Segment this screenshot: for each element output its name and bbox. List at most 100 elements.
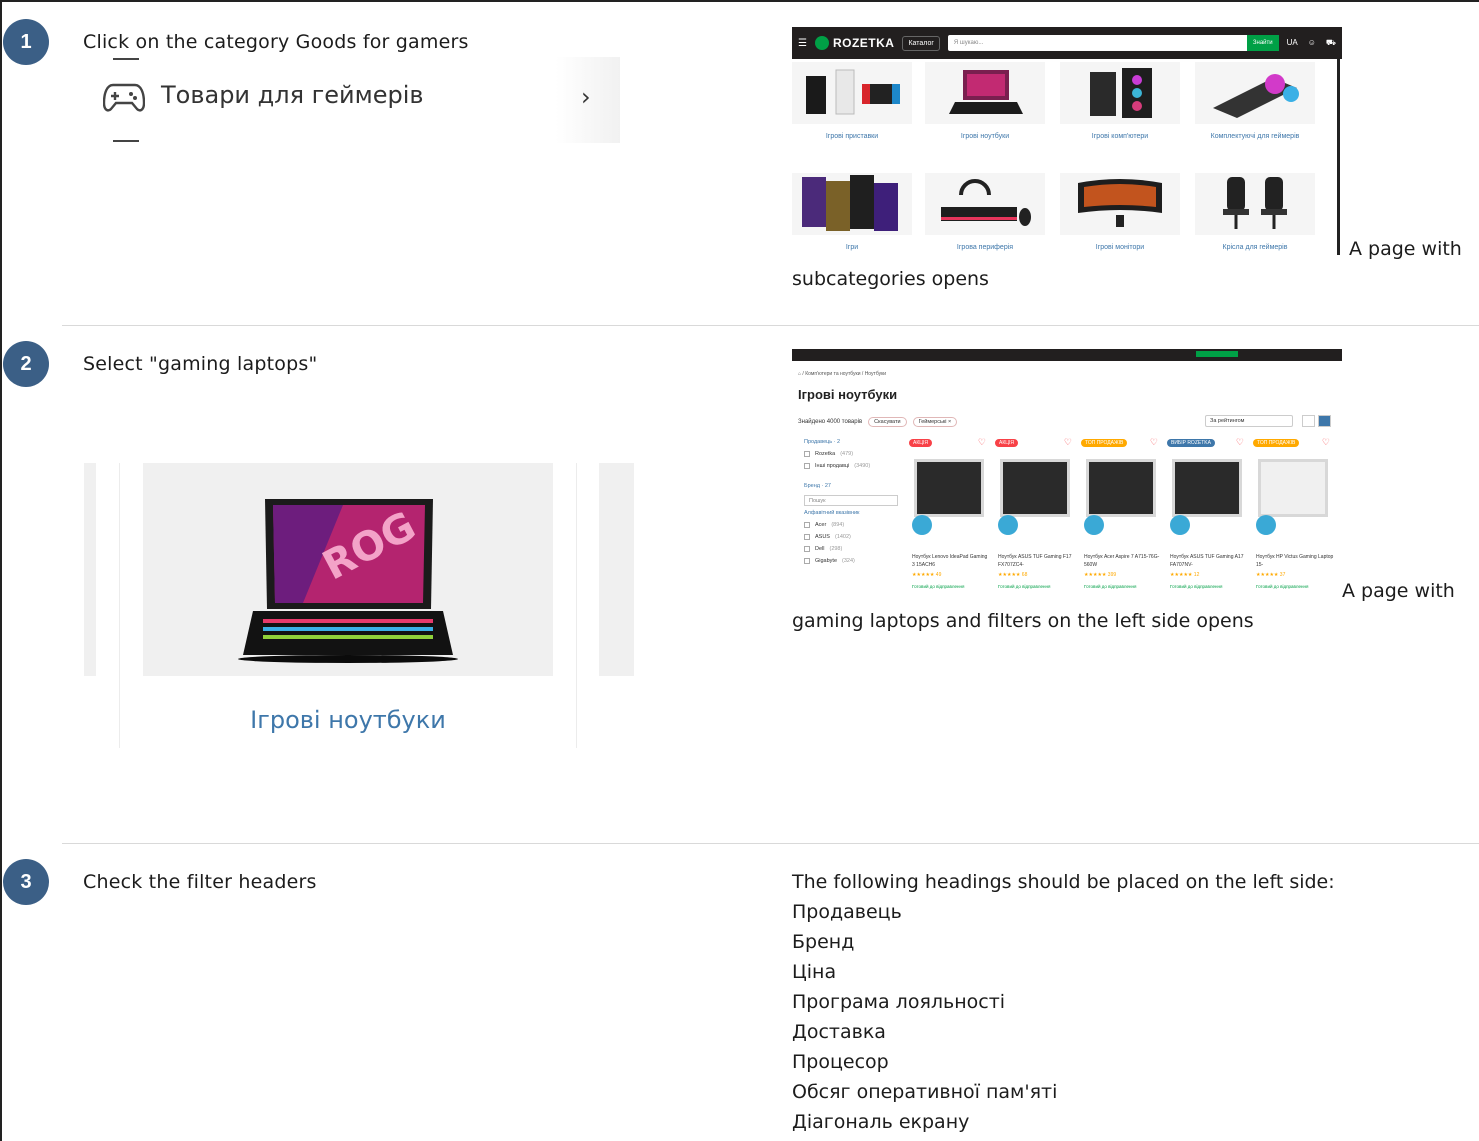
product-name: Ноутбук HP Victus Gaming Laptop 15-	[1256, 554, 1334, 568]
heading-item: Процесор	[792, 1051, 889, 1073]
heading-item: Доставка	[792, 1021, 886, 1043]
product-name: Ноутбук ASUS TUF Gaming F17 FX707ZC4-	[998, 554, 1072, 568]
filter-option[interactable]: Gigabyte (324)	[804, 558, 898, 564]
alphabet-link[interactable]: Алфавітний вказівник	[804, 510, 898, 516]
gaming-laptop-image[interactable]: ROG	[143, 463, 553, 676]
subcategory-tile-chairs[interactable]	[1195, 173, 1315, 235]
filter-header-brand[interactable]: Бренд · 27	[804, 483, 898, 489]
header-icons: UA ☺ ⛟	[1286, 38, 1336, 47]
reset-filters-chip[interactable]: Скасувати	[868, 417, 907, 427]
step-number-badge: 1	[3, 19, 49, 65]
step-result-text: A page with gaming laptops and filters o…	[792, 580, 1455, 632]
product-image	[1258, 459, 1328, 517]
filter-option[interactable]: Acer (894)	[804, 522, 898, 528]
rozetka-logo: ROZETKA	[814, 36, 895, 50]
cart-icon: ⛟	[1325, 38, 1336, 47]
search-button[interactable]: Знайти	[1246, 35, 1279, 51]
gaming-laptops-link[interactable]: Ігрові ноутбуки	[143, 706, 553, 734]
filter-option[interactable]: Rozetka (479)	[804, 451, 898, 457]
step-result-text: A page with subcategories opens	[792, 238, 1462, 290]
subcategory-label[interactable]: Ігрові приставки	[792, 133, 912, 140]
sort-select[interactable]: За рейтингом	[1205, 415, 1293, 427]
subcategory-label[interactable]: Ігрові комп'ютери	[1060, 133, 1180, 140]
compare-icon	[1256, 515, 1276, 535]
heart-icon[interactable]: ♡	[1236, 437, 1244, 448]
product-tag: ВИБІР ROZETKA	[1167, 439, 1215, 447]
heading-item: Обсяг оперативної пам'яті	[792, 1081, 1058, 1103]
row-separator	[62, 325, 1479, 326]
chevron-right-icon: ›	[581, 83, 591, 111]
breadcrumb: ⌂ / Комп'ютери та ноутбуки / Ноутбуки	[798, 371, 887, 377]
heart-icon[interactable]: ♡	[1064, 437, 1072, 448]
category-label[interactable]: Товари для геймерів	[161, 81, 424, 109]
subcategory-tile-peripherals[interactable]	[925, 173, 1045, 235]
page-title: Ігрові ноутбуки	[798, 387, 898, 402]
filter-option[interactable]: Інші продавці (3490)	[804, 463, 898, 469]
heading-item: Програма лояльності	[792, 991, 1006, 1013]
search-input[interactable]: Я шукаю... Знайти	[947, 35, 1279, 51]
subcategory-grid: Ігрові приставки Ігрові ноутбуки Ігрові …	[792, 59, 1340, 255]
filters-sidebar: Продавець · 2 Rozetka (479) Інші продавці…	[798, 435, 898, 564]
card-border	[576, 463, 577, 748]
home-icon: ⌂	[798, 371, 802, 377]
heading-item: Діагональ екрану	[792, 1111, 970, 1133]
heading-item: Бренд	[792, 931, 855, 953]
product-card[interactable]: АКЦІЯ ♡ Ноутбук ASUS TUF Gaming F17 FX70…	[992, 435, 1076, 595]
row-separator	[62, 843, 1479, 844]
filter-header-seller[interactable]: Продавець · 2	[804, 439, 898, 445]
catalog-button[interactable]: Каталог	[902, 35, 940, 51]
product-image	[1086, 459, 1156, 517]
step-action-text: Select "gaming laptops"	[83, 353, 318, 375]
product-tag: АКЦІЯ	[995, 439, 1018, 447]
product-name: Ноутбук ASUS TUF Gaming A17 FA707NV-	[1170, 554, 1244, 568]
heading-item: Ціна	[792, 961, 837, 983]
gamepad-icon	[102, 79, 146, 119]
rozetka-header: ☰ ROZETKA Каталог Я шукаю... Знайти UA ☺ ⛟	[792, 27, 1342, 59]
results-bar: Знайдено 4000 товарів Скасувати Геймерсь…	[798, 417, 958, 427]
subcategory-tile-laptops[interactable]	[925, 62, 1045, 124]
product-image	[1000, 459, 1070, 517]
filter-option[interactable]: Dell (298)	[804, 546, 898, 552]
product-tag: ТОП ПРОДАЖІВ	[1081, 439, 1128, 447]
compare-icon	[1170, 515, 1190, 535]
subcategories-screenshot: ☰ ROZETKA Каталог Я шукаю... Знайти UA ☺ ⛟ …	[792, 27, 1342, 255]
subcategory-tile-pcs[interactable]	[1060, 62, 1180, 124]
subcategory-tile-components[interactable]	[1195, 62, 1315, 124]
expected-headings: The following headings should be placed …	[792, 867, 1335, 1137]
user-icon: ☺	[1307, 38, 1316, 47]
product-card[interactable]: ТОП ПРОДАЖІВ ♡ Ноутбук Acer Aspire 7 A71…	[1078, 435, 1162, 595]
subcategory-label[interactable]: Ігрові ноутбуки	[925, 133, 1045, 140]
window-edge	[1337, 59, 1340, 255]
step-action-text: Check the filter headers	[83, 871, 317, 893]
subcategory-label[interactable]: Комплектуючі для геймерів	[1195, 133, 1315, 140]
product-card[interactable]: ВИБІР ROZETKA ♡ Ноутбук ASUS TUF Gaming …	[1164, 435, 1248, 595]
subcategory-tile-consoles[interactable]	[792, 62, 912, 124]
heart-icon[interactable]: ♡	[1150, 437, 1158, 448]
list-view-button[interactable]	[1302, 415, 1315, 427]
product-tag: ТОП ПРОДАЖІВ	[1253, 439, 1300, 447]
product-name: Ноутбук Acer Aspire 7 A715-76G-560W	[1084, 554, 1160, 568]
filter-option[interactable]: ASUS (1402)	[804, 534, 898, 540]
subcategory-tile-monitors[interactable]	[1060, 173, 1180, 235]
card-border	[119, 463, 120, 748]
product-tag: АКЦІЯ	[909, 439, 932, 447]
compare-icon	[912, 515, 932, 535]
gaming-laptops-screenshot: ⌂ / Комп'ютери та ноутбуки / Ноутбуки Іг…	[792, 349, 1342, 597]
product-card[interactable]: АКЦІЯ ♡ Ноутбук Lenovo IdeaPad Gaming 3 …	[906, 435, 990, 595]
compare-icon	[1084, 515, 1104, 535]
divider	[113, 140, 139, 142]
step-action-text: Click on the category Goods for gamers	[83, 31, 469, 53]
step-number-badge: 3	[3, 859, 49, 905]
compare-icon	[998, 515, 1018, 535]
heart-icon[interactable]: ♡	[1322, 437, 1330, 448]
menu-icon: ☰	[798, 37, 807, 49]
result-intro: The following headings should be placed …	[792, 871, 1335, 893]
grid-view-button[interactable]	[1318, 415, 1331, 427]
heart-icon[interactable]: ♡	[978, 437, 986, 448]
brand-search-input[interactable]: Пошук	[804, 495, 898, 506]
results-count: Знайдено 4000 товарів	[798, 419, 863, 425]
active-filter-chip[interactable]: Геймерські ×	[912, 417, 958, 427]
subcategory-tile-games[interactable]	[792, 173, 912, 235]
rozetka-header	[792, 349, 1342, 361]
product-card[interactable]: ТОП ПРОДАЖІВ ♡ Ноутбук HP Victus Gaming …	[1250, 435, 1334, 595]
